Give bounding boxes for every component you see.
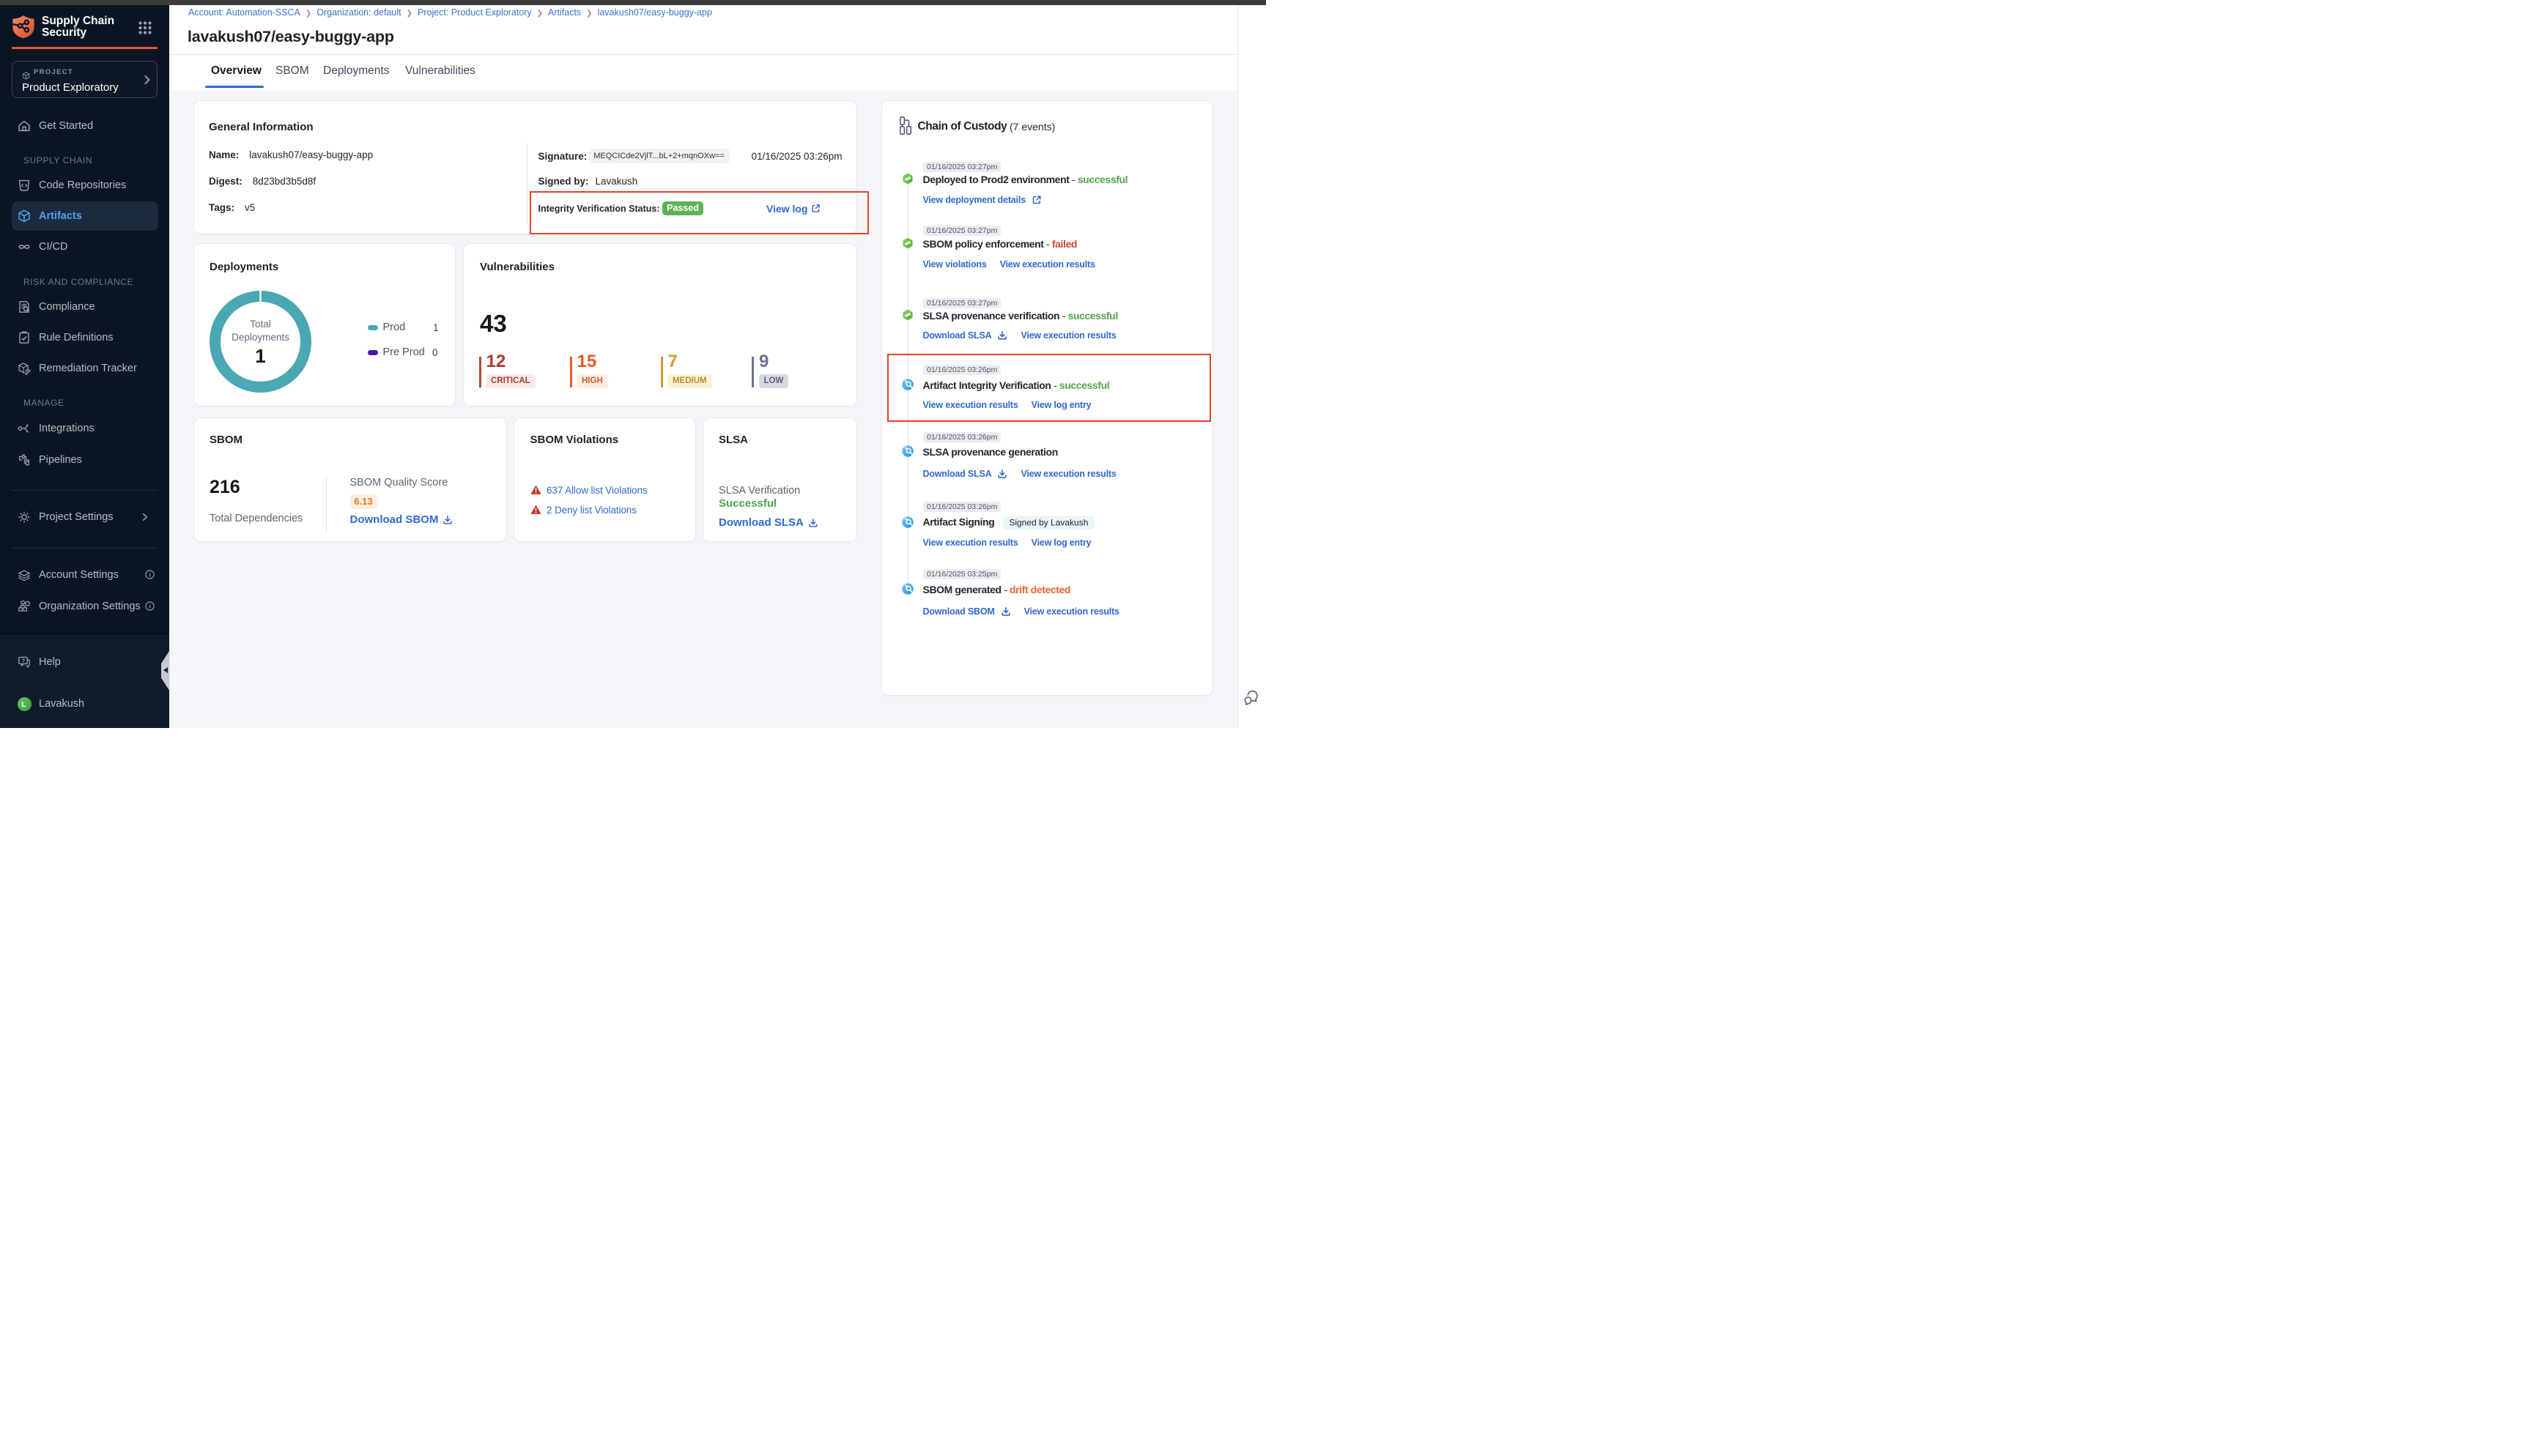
svg-text:?: ? <box>22 657 26 664</box>
